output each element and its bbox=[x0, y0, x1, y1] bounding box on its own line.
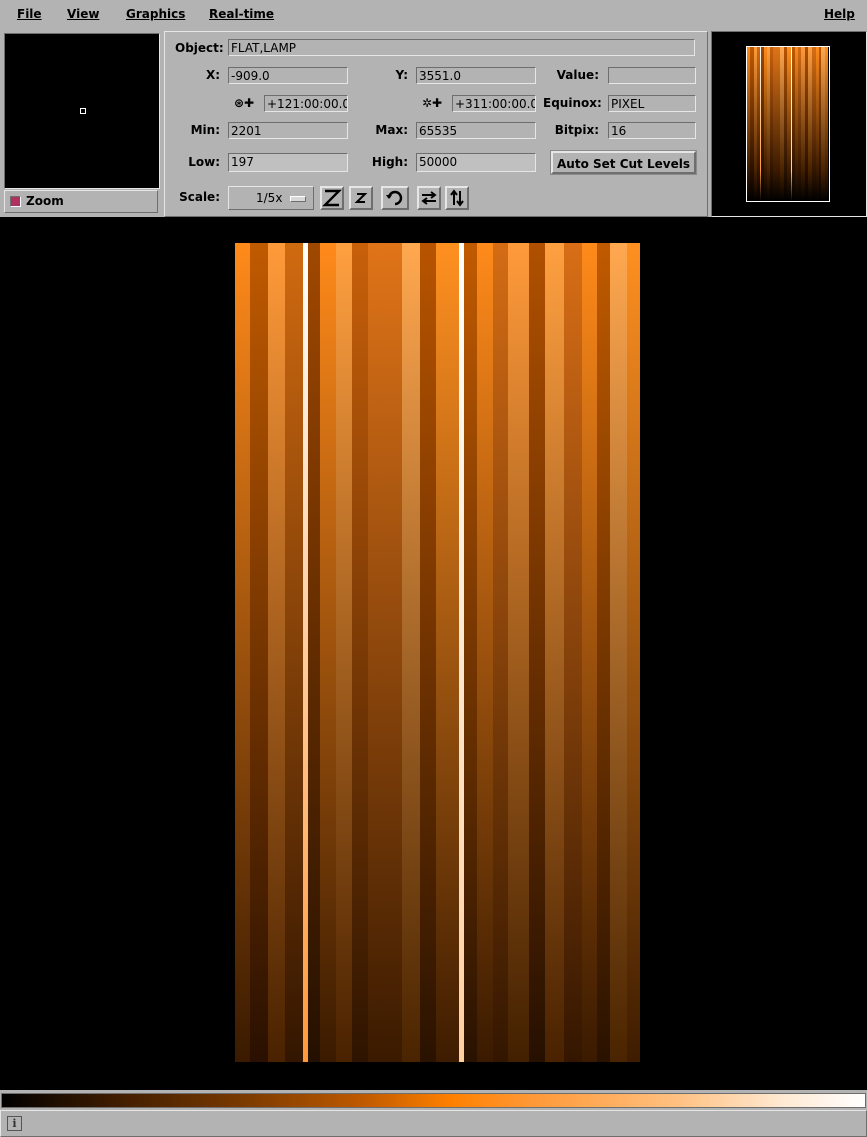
object-field: FLAT,LAMP bbox=[228, 39, 695, 56]
image-strip bbox=[597, 243, 611, 1062]
min-label: Min: bbox=[190, 123, 220, 137]
zoom-label: Zoom bbox=[26, 194, 64, 208]
image-strip bbox=[564, 243, 583, 1062]
min-field: 2201 bbox=[228, 122, 348, 139]
flip-x-button[interactable] bbox=[417, 186, 441, 210]
zoom-in-button[interactable] bbox=[320, 186, 344, 210]
image-strip bbox=[545, 243, 565, 1062]
high-label: High: bbox=[371, 155, 408, 169]
pan-viewport-box[interactable] bbox=[746, 46, 830, 202]
max-field: 65535 bbox=[416, 122, 536, 139]
menu-bar: File View Graphics Real-time Help bbox=[0, 0, 865, 28]
zoom-toggle[interactable]: Zoom bbox=[4, 190, 158, 213]
low-input[interactable]: 197 bbox=[228, 153, 348, 172]
zoom-out-icon bbox=[354, 193, 368, 203]
image-strip bbox=[420, 243, 437, 1062]
zoom-window[interactable] bbox=[4, 33, 160, 189]
rotate-icon bbox=[386, 190, 403, 206]
flip-horizontal-icon bbox=[421, 191, 437, 205]
zoom-checkbox[interactable] bbox=[10, 196, 21, 207]
pan-window[interactable] bbox=[711, 31, 867, 217]
bitpix-label: Bitpix: bbox=[554, 123, 599, 137]
menu-realtime[interactable]: Real-time bbox=[209, 7, 274, 21]
image-strip bbox=[351, 243, 369, 1062]
menu-help[interactable]: Help bbox=[824, 7, 855, 21]
image-strip bbox=[401, 243, 421, 1062]
value-field bbox=[608, 67, 696, 84]
object-label: Object: bbox=[175, 41, 224, 55]
y-field: 3551.0 bbox=[416, 67, 536, 84]
image-strip bbox=[493, 243, 509, 1062]
image-display[interactable] bbox=[235, 243, 640, 1062]
option-menu-indicator-icon bbox=[290, 196, 306, 202]
info-icon: i bbox=[7, 1116, 22, 1131]
auto-set-cut-levels-button[interactable]: Auto Set Cut Levels bbox=[550, 150, 697, 175]
image-strip bbox=[284, 243, 303, 1062]
image-strip bbox=[528, 243, 546, 1062]
scale-menu[interactable]: 1/5x bbox=[228, 186, 314, 210]
info-panel: Object: FLAT,LAMP X: -909.0 Y: 3551.0 Va… bbox=[164, 31, 708, 217]
bitpix-field: 16 bbox=[608, 122, 696, 139]
image-strip bbox=[507, 243, 529, 1062]
dec-symbol-icon: ✲✚ bbox=[422, 96, 443, 110]
zoom-out-button[interactable] bbox=[349, 186, 373, 210]
equinox-label: Equinox: bbox=[543, 96, 602, 110]
image-strip bbox=[320, 243, 337, 1062]
x-label: X: bbox=[205, 68, 220, 82]
wcs2-field: +311:00:00.00 bbox=[452, 95, 536, 112]
colorbar[interactable] bbox=[1, 1093, 866, 1108]
image-strip bbox=[609, 243, 627, 1062]
image-strip bbox=[435, 243, 459, 1062]
max-label: Max: bbox=[375, 123, 408, 137]
zoom-in-icon bbox=[322, 189, 342, 207]
menu-view[interactable]: View bbox=[67, 7, 99, 21]
flip-y-button[interactable] bbox=[445, 186, 469, 210]
menu-file[interactable]: File bbox=[17, 7, 42, 21]
image-canvas[interactable] bbox=[0, 217, 867, 1090]
image-strip bbox=[464, 243, 478, 1062]
image-strip bbox=[581, 243, 598, 1062]
image-strip bbox=[307, 243, 321, 1062]
image-strip bbox=[268, 243, 286, 1062]
status-bar: i bbox=[0, 1110, 867, 1137]
ra-symbol-icon: ⊛✚ bbox=[234, 96, 255, 110]
rotate-button[interactable] bbox=[381, 186, 409, 210]
image-strip bbox=[336, 243, 352, 1062]
equinox-field: PIXEL bbox=[608, 95, 696, 112]
image-strip bbox=[476, 243, 494, 1062]
flip-vertical-icon bbox=[450, 189, 464, 207]
high-input[interactable]: 50000 bbox=[416, 153, 536, 172]
image-strip bbox=[368, 243, 403, 1062]
low-label: Low: bbox=[188, 155, 220, 169]
zoom-cursor-marker bbox=[80, 108, 86, 114]
image-strip bbox=[249, 243, 269, 1062]
wcs1-field: +121:00:00.00 bbox=[264, 95, 348, 112]
scale-value: 1/5x bbox=[256, 191, 283, 205]
menu-graphics[interactable]: Graphics bbox=[126, 7, 185, 21]
pan-image-strip bbox=[824, 47, 828, 201]
image-strip bbox=[626, 243, 640, 1062]
x-field: -909.0 bbox=[228, 67, 348, 84]
scale-label: Scale: bbox=[179, 190, 220, 204]
y-label: Y: bbox=[395, 68, 408, 82]
value-label: Value: bbox=[556, 68, 599, 82]
image-strip bbox=[235, 243, 250, 1062]
